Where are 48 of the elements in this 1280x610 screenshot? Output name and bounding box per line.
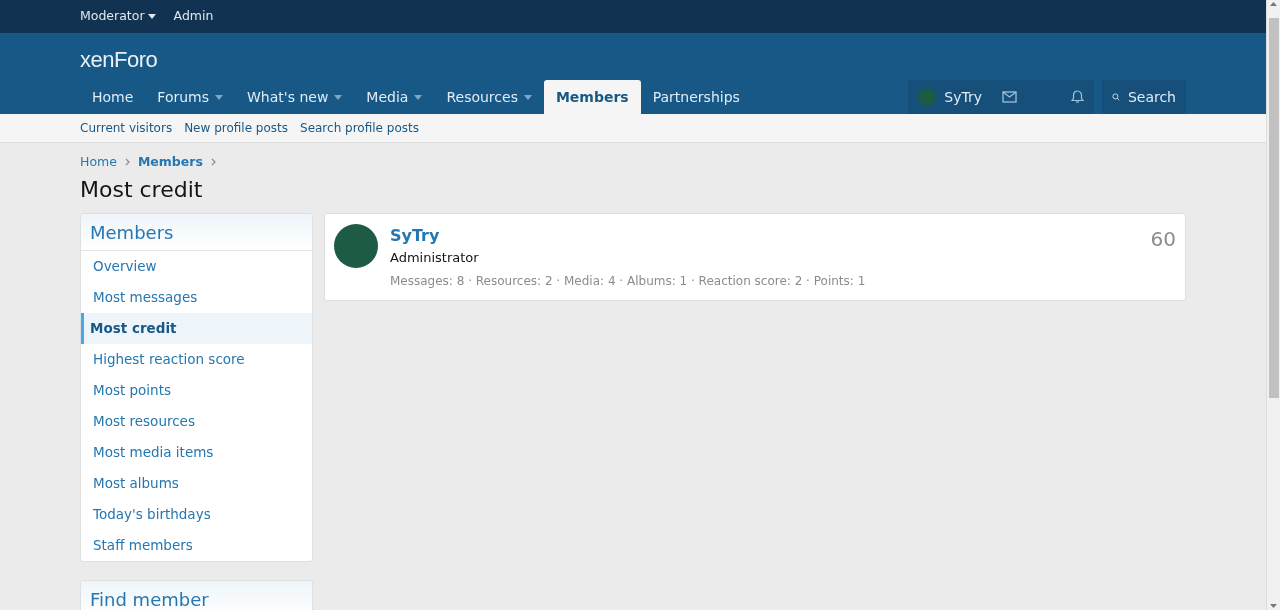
caret-icon <box>414 94 423 100</box>
caret-icon <box>334 94 343 100</box>
sub-nav-link[interactable]: New profile posts <box>184 119 288 137</box>
sidebar-item[interactable]: Most credit <box>81 313 312 344</box>
chevron-icon <box>210 158 216 166</box>
page-title: Most credit <box>80 177 204 204</box>
nav-tab[interactable]: Media <box>354 80 435 114</box>
breadcrumb-link[interactable]: Home <box>80 152 117 172</box>
sub-nav-link[interactable]: Current visitors <box>80 119 173 137</box>
sidebar-item[interactable]: Most media items <box>81 437 312 468</box>
sidebar-item[interactable]: Staff members <box>81 530 312 561</box>
member-stats: Messages: 8 · Resources: 2 · Media: 4 · Albums: 1 · Reaction score: 2 · Points: 1 <box>390 272 867 290</box>
sidebar-item[interactable]: Overview <box>81 251 312 282</box>
site-logo[interactable]: xenForo <box>80 47 158 72</box>
avatar-icon <box>918 88 937 106</box>
member-value: 60 <box>1150 226 1176 254</box>
nav-tab[interactable]: What's new <box>235 80 355 114</box>
sidebar-item[interactable]: Most points <box>81 375 312 406</box>
chevron-icon <box>124 158 130 166</box>
bell-icon[interactable] <box>1071 90 1084 104</box>
user-menu-button[interactable]: SyTry <box>908 80 992 114</box>
scroll-up-icon[interactable] <box>1270 2 1277 6</box>
envelope-icon[interactable] <box>1002 91 1017 103</box>
sidebar-item[interactable]: Highest reaction score <box>81 344 312 375</box>
sidebar-item[interactable]: Most messages <box>81 282 312 313</box>
caret-icon <box>523 94 532 100</box>
breadcrumb-link[interactable]: Members <box>137 152 203 172</box>
search-button[interactable]: Search <box>1102 80 1186 114</box>
nav-tab[interactable]: Home <box>80 80 146 114</box>
caret-icon <box>147 14 156 19</box>
caret-icon <box>215 94 224 100</box>
member-name-link[interactable]: SyTry <box>390 224 440 249</box>
scrollbar[interactable] <box>1266 0 1280 610</box>
nav-tab[interactable]: Forums <box>145 80 236 114</box>
nav-tab[interactable]: Partnerships <box>640 80 752 114</box>
sidebar-item[interactable]: Today's birthdays <box>81 499 312 530</box>
sidebar-item[interactable]: Most resources <box>81 406 312 437</box>
scroll-down-icon[interactable] <box>1270 604 1277 608</box>
member-role: Administrator <box>390 249 480 268</box>
top-bar-link[interactable]: Moderator <box>80 7 156 26</box>
sub-nav-link[interactable]: Search profile posts <box>300 119 419 137</box>
find-member-title: Find member <box>81 581 312 610</box>
top-bar-link[interactable]: Admin <box>173 7 214 26</box>
sidebar-item[interactable]: Most albums <box>81 468 312 499</box>
sidebar-title: Members <box>81 214 312 251</box>
nav-tab[interactable]: Members <box>543 80 641 114</box>
nav-tab[interactable]: Resources <box>434 80 544 114</box>
avatar-icon <box>334 224 378 269</box>
